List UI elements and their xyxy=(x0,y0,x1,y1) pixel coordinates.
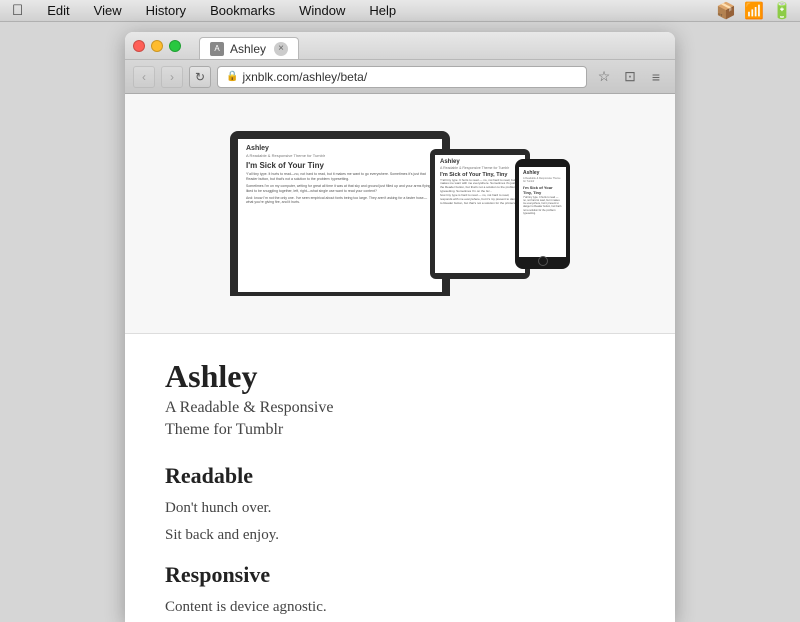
tablet-body: Y'all tiny type. It hurts to read — no, … xyxy=(440,179,520,195)
laptop-title: Ashley xyxy=(246,145,434,152)
tablet-screen: Ashley A Readable & Responsive Theme for… xyxy=(435,155,525,273)
webpage-content[interactable]: Ashley A Readable & Responsive Theme for… xyxy=(125,94,675,622)
menu-bar:  Edit View History Bookmarks Window Hel… xyxy=(0,0,800,22)
refresh-button[interactable]: ↻ xyxy=(189,66,211,88)
menu-window[interactable]: Window xyxy=(295,3,349,18)
minimize-window-button[interactable] xyxy=(151,40,163,52)
phone-home-button xyxy=(538,256,548,266)
url-text: jxnblk.com/ashley/beta/ xyxy=(242,70,367,84)
menu-history[interactable]: History xyxy=(142,3,190,18)
url-lock-icon: 🔒 xyxy=(226,71,238,82)
url-field[interactable]: 🔒 jxnblk.com/ashley/beta/ xyxy=(217,66,587,88)
laptop-mockup: Ashley A Readable & Responsive Theme for… xyxy=(230,131,450,296)
phone-title: Ashley xyxy=(523,170,562,176)
section1-line2: Sit back and enjoy. xyxy=(165,524,635,547)
site-title: Ashley xyxy=(165,358,635,395)
phone-subtitle: A Readable & Responsive Theme for Tumblr xyxy=(523,177,562,183)
laptop-body3: And: know I'm not the only one. I've see… xyxy=(246,196,434,206)
laptop-screen: Ashley A Readable & Responsive Theme for… xyxy=(238,139,442,292)
menu-view[interactable]: View xyxy=(90,3,126,18)
dropbox-icon: 📦 xyxy=(716,1,736,21)
hero-section: Ashley A Readable & Responsive Theme for… xyxy=(125,94,675,334)
tab-area: A Ashley × xyxy=(199,32,299,59)
back-button[interactable]: ‹ xyxy=(133,66,155,88)
laptop-heading: I'm Sick of Your Tiny xyxy=(246,161,434,170)
battery-icon: 🔋 xyxy=(772,1,792,21)
wifi-icon: 📶 xyxy=(744,1,764,21)
address-icons: ☆ ⊡ ≡ xyxy=(593,66,667,88)
browser-tab[interactable]: A Ashley × xyxy=(199,37,299,59)
site-subtitle-line1: A Readable & Responsive xyxy=(165,399,635,417)
laptop-body: Y'all tiny type. It hurts to read—no, no… xyxy=(246,172,434,182)
section1-heading: Readable xyxy=(165,463,635,489)
tablet-title: Ashley xyxy=(440,159,520,165)
address-bar: ‹ › ↻ 🔒 jxnblk.com/ashley/beta/ ☆ ⊡ ≡ xyxy=(125,60,675,94)
tab-favicon: A xyxy=(210,42,224,56)
bookmark-icon[interactable]: ☆ xyxy=(593,66,615,88)
tablet-subtitle: A Readable & Responsive Theme for Tumblr xyxy=(440,166,520,170)
tablet-screen-content: Ashley A Readable & Responsive Theme for… xyxy=(435,155,525,210)
laptop-subtitle: A Readable & Responsive Theme for Tumblr xyxy=(246,153,434,158)
tablet-heading: I'm Sick of Your Tiny, Tiny xyxy=(440,172,520,178)
browser-window: A Ashley × ‹ › ↻ 🔒 jxnblk.com/ashley/bet… xyxy=(125,32,675,622)
forward-button[interactable]: › xyxy=(161,66,183,88)
site-subtitle-line2: Theme for Tumblr xyxy=(165,421,635,439)
section1-line1: Don't hunch over. xyxy=(165,497,635,520)
tab-title: Ashley xyxy=(230,42,266,56)
phone-screen-content: Ashley A Readable & Responsive Theme for… xyxy=(519,167,566,219)
menu-help[interactable]: Help xyxy=(365,3,400,18)
title-bar: A Ashley × xyxy=(125,32,675,60)
system-icons: 📦 📶 🔋 xyxy=(716,1,792,21)
tab-close-button[interactable]: × xyxy=(274,42,288,56)
laptop-screen-content: Ashley A Readable & Responsive Theme for… xyxy=(238,139,442,213)
maximize-window-button[interactable] xyxy=(169,40,181,52)
text-content: Ashley A Readable & Responsive Theme for… xyxy=(125,334,675,622)
laptop-body2: Sometimes I'm on my computer, writing fo… xyxy=(246,184,434,194)
phone-heading: I'm Sick of Your Tiny, Tiny xyxy=(523,185,562,195)
phone-mockup: Ashley A Readable & Responsive Theme for… xyxy=(515,159,570,269)
tablet-body2: how tiny type is hard to read — no, not … xyxy=(440,194,520,206)
apple-menu[interactable]:  xyxy=(8,2,27,19)
menu-icon[interactable]: ≡ xyxy=(645,66,667,88)
close-window-button[interactable] xyxy=(133,40,145,52)
camera-icon[interactable]: ⊡ xyxy=(619,66,641,88)
phone-body: Y'all tiny type. It hurts to read — no, … xyxy=(523,196,562,216)
menu-bookmarks[interactable]: Bookmarks xyxy=(206,3,279,18)
section2-heading: Responsive xyxy=(165,562,635,588)
section2-line1: Content is device agnostic. xyxy=(165,596,635,619)
menu-edit[interactable]: Edit xyxy=(43,3,73,18)
phone-screen: Ashley A Readable & Responsive Theme for… xyxy=(519,167,566,257)
